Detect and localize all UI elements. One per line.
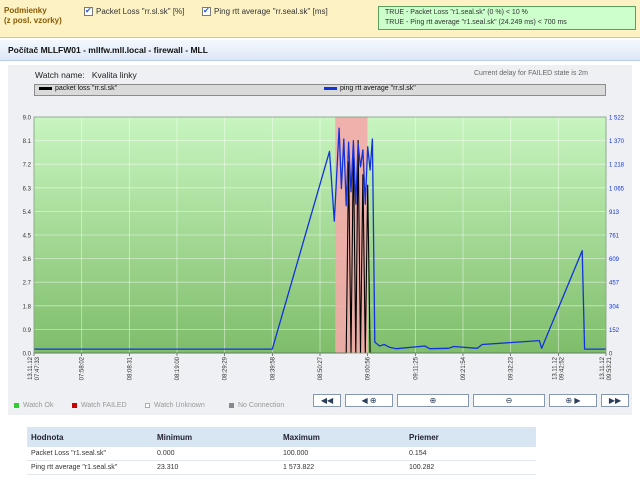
x-tick-label: 09:00:56 bbox=[366, 356, 372, 380]
y-right-tick-label: 1 065 bbox=[609, 186, 625, 192]
x-tick-label: 08:50:27 bbox=[318, 356, 324, 380]
y-right-tick-label: 1 522 bbox=[609, 116, 625, 122]
statistics-table: Hodnota Minimum Maximum Priemer Packet L… bbox=[27, 427, 536, 475]
y-left-tick-label: 0.9 bbox=[23, 328, 32, 334]
y-left-tick-label: 3.6 bbox=[23, 257, 32, 263]
x-tick-label: 08:29:29 bbox=[223, 356, 229, 380]
y-left-tick-label: 2.7 bbox=[23, 281, 32, 287]
header-maximum: Maximum bbox=[279, 427, 405, 447]
no-connection-label: No Connection bbox=[238, 402, 285, 409]
watch-ok-label: Watch Ok bbox=[23, 402, 54, 409]
table-header-row: Hodnota Minimum Maximum Priemer bbox=[27, 427, 536, 447]
watch-ok-legend: Watch Ok bbox=[14, 402, 53, 409]
y-right-tick-label: 1 370 bbox=[609, 139, 625, 145]
cell-name: Packet Loss "r1.seal.sk" bbox=[27, 447, 153, 461]
first-page-button[interactable]: ◀◀ bbox=[313, 394, 341, 407]
cell-min: 23.310 bbox=[153, 460, 279, 475]
x-tick-label: 13.11.1209:53:21 bbox=[600, 356, 613, 380]
y-left-tick-label: 5.4 bbox=[23, 210, 32, 216]
y-right-tick-label: 0 bbox=[609, 352, 613, 358]
y-left-tick-label: 7.2 bbox=[23, 163, 32, 169]
y-right-tick-label: 761 bbox=[609, 234, 620, 240]
cell-max: 100.000 bbox=[279, 447, 405, 461]
cell-min: 0.000 bbox=[153, 447, 279, 461]
watch-failed-label: Watch FAILED bbox=[81, 402, 127, 409]
y-left-tick-label: 9.0 bbox=[23, 116, 32, 122]
y-left-tick-label: 4.5 bbox=[23, 234, 32, 240]
last-page-button[interactable]: ▶▶ bbox=[601, 394, 629, 407]
y-left-tick-label: 1.8 bbox=[23, 304, 32, 310]
header-average: Priemer bbox=[405, 427, 536, 447]
cell-name: Ping rtt average "r1.seal.sk" bbox=[27, 460, 153, 475]
header-minimum: Minimum bbox=[153, 427, 279, 447]
x-tick-label: 13.11.1207:47:33 bbox=[28, 356, 41, 380]
x-tick-label: 08:08:31 bbox=[127, 356, 133, 380]
watch-unknown-swatch bbox=[145, 402, 150, 408]
no-connection-legend: No Connection bbox=[229, 402, 284, 409]
zoom-out-button[interactable]: ⊖ bbox=[473, 394, 545, 407]
zoom-in-button[interactable]: ⊕ bbox=[397, 394, 469, 407]
prev-page-button[interactable]: ◀ ⊕ bbox=[345, 394, 393, 407]
y-right-tick-label: 457 bbox=[609, 281, 620, 287]
no-connection-swatch bbox=[229, 402, 234, 408]
x-tick-label: 09:32:23 bbox=[509, 356, 515, 380]
cell-avg: 0.154 bbox=[405, 447, 536, 461]
x-tick-label: 09:21:54 bbox=[461, 356, 467, 380]
x-tick-label: 13.11.1209:42:52 bbox=[552, 356, 565, 380]
x-tick-label: 09:11:25 bbox=[413, 356, 419, 380]
y-right-tick-label: 152 bbox=[609, 328, 620, 334]
y-right-tick-label: 304 bbox=[609, 304, 620, 310]
header-value: Hodnota bbox=[27, 427, 153, 447]
y-right-tick-label: 913 bbox=[609, 210, 620, 216]
y-left-tick-label: 8.1 bbox=[23, 139, 32, 145]
y-left-tick-label: 6.3 bbox=[23, 186, 32, 192]
watch-failed-legend: Watch FAILED bbox=[72, 402, 127, 409]
x-tick-label: 08:39:58 bbox=[270, 356, 276, 380]
watch-unknown-legend: Watch Unknown bbox=[145, 402, 205, 409]
y-right-tick-label: 609 bbox=[609, 257, 620, 263]
line-chart: 0.0 0 0.9 152 1.8 304 2.7 457 3.6 609 4.5 761 5.4 913… bbox=[23, 116, 625, 381]
watch-ok-swatch bbox=[14, 402, 19, 408]
next-page-button[interactable]: ⊕ ▶ bbox=[549, 394, 597, 407]
watch-unknown-label: Watch Unknown bbox=[154, 402, 205, 409]
x-tick-label: 08:19:00 bbox=[175, 356, 181, 380]
table-row: Packet Loss "r1.seal.sk" 0.000 100.000 0… bbox=[27, 447, 536, 461]
y-right-tick-label: 1 218 bbox=[609, 163, 625, 169]
cell-avg: 100.282 bbox=[405, 460, 536, 475]
table-row: Ping rtt average "r1.seal.sk" 23.310 1 5… bbox=[27, 460, 536, 475]
cell-max: 1 573.822 bbox=[279, 460, 405, 475]
watch-failed-swatch bbox=[72, 402, 77, 408]
y-left-tick-label: 0.0 bbox=[23, 352, 32, 358]
x-tick-label: 07:58:02 bbox=[80, 356, 86, 380]
